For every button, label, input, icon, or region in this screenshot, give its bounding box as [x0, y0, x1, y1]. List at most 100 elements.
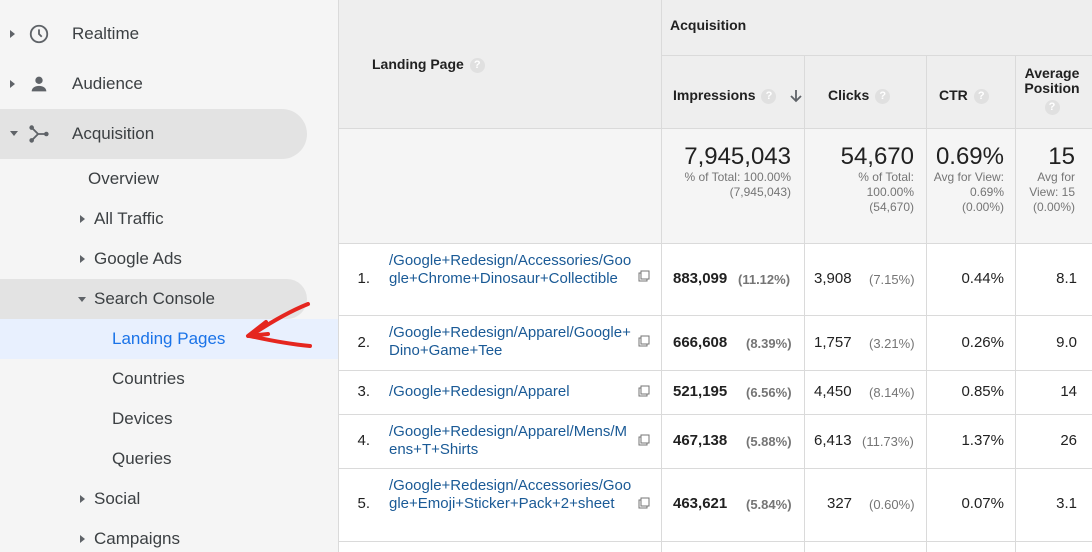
- open-external-icon[interactable]: [638, 497, 650, 509]
- landing-page-link[interactable]: /Google+Redesign/Apparel/Google+Dino+Gam…: [389, 324, 635, 360]
- help-icon[interactable]: ?: [469, 57, 485, 73]
- nav-sub-search-console[interactable]: Search Console: [78, 279, 215, 319]
- caret-right-icon[interactable]: [10, 30, 15, 38]
- total-ctr-sub: Avg for View: 0.69% (0.00%): [933, 170, 1004, 214]
- clock-icon: [29, 24, 49, 44]
- total-clicks-sub: % of Total: 100.00% (54,670): [858, 170, 914, 214]
- sort-down-arrow-icon[interactable]: [790, 89, 803, 103]
- nav-sub-landing-pages[interactable]: Landing Pages: [112, 319, 225, 359]
- table-row: 3. /Google+Redesign/Apparel 521,195 (6.5…: [338, 370, 1092, 414]
- nav-sub-overview[interactable]: Overview: [88, 159, 159, 199]
- nav-sub-label: Countries: [112, 369, 185, 388]
- impressions-value: 521,195: [673, 383, 728, 400]
- column-header-impressions[interactable]: Impressions?: [673, 87, 803, 104]
- nav-sub-label: Overview: [88, 169, 159, 188]
- row-number: 1.: [357, 270, 370, 287]
- column-header-label: Impressions: [673, 87, 756, 103]
- ctr-value: 0.85%: [961, 383, 1004, 400]
- caret-right-icon[interactable]: [80, 255, 85, 263]
- sidebar-nav: Realtime Audience Acquisition Overview A…: [0, 0, 338, 552]
- nav-sub-queries[interactable]: Queries: [112, 439, 172, 479]
- clicks-value: 1,757: [814, 334, 852, 351]
- column-header-clicks[interactable]: Clicks?: [828, 87, 891, 104]
- total-position-sub: Avg for View: 15 (0.00%): [1029, 170, 1075, 214]
- clicks-percent: (11.73%): [862, 434, 914, 449]
- nav-item-acquisition[interactable]: Acquisition: [0, 109, 307, 159]
- caret-down-icon[interactable]: [78, 297, 86, 302]
- help-icon[interactable]: ?: [1044, 99, 1060, 115]
- position-value: 14: [1060, 383, 1077, 400]
- nav-sub-label: Search Console: [94, 289, 215, 308]
- help-icon[interactable]: ?: [973, 88, 989, 104]
- clicks-percent: (3.21%): [869, 336, 915, 351]
- nav-sub-label: Landing Pages: [112, 329, 226, 348]
- column-header-label: Average Position: [1024, 65, 1080, 96]
- position-value: 8.1: [1056, 270, 1077, 287]
- open-external-icon[interactable]: [638, 335, 650, 347]
- open-external-icon[interactable]: [638, 385, 650, 397]
- row-number: 2.: [357, 334, 370, 351]
- table-row: 2. /Google+Redesign/Apparel/Google+Dino+…: [338, 315, 1092, 370]
- landing-page-link[interactable]: /Google+Redesign/Accessories/Google+Chro…: [389, 252, 635, 288]
- column-header-average-position[interactable]: Average Position ?: [1022, 66, 1082, 115]
- row-number: 4.: [357, 432, 370, 449]
- nav-item-audience[interactable]: Audience: [0, 59, 338, 109]
- position-value: 26: [1060, 432, 1077, 449]
- caret-right-icon[interactable]: [80, 495, 85, 503]
- help-icon[interactable]: ?: [761, 88, 777, 104]
- clicks-value: 6,413: [814, 432, 852, 449]
- column-header-landing-page[interactable]: Landing Page?: [372, 56, 485, 73]
- column-header-label: Landing Page: [372, 56, 464, 72]
- acquisition-icon: [29, 125, 49, 143]
- nav-sub-label: All Traffic: [94, 209, 164, 228]
- column-header-label: Clicks: [828, 87, 870, 103]
- column-header-label: CTR: [939, 87, 968, 103]
- column-header-ctr[interactable]: CTR?: [939, 87, 989, 104]
- nav-label-realtime: Realtime: [72, 24, 140, 43]
- impressions-percent: (5.88%): [746, 434, 792, 449]
- nav-item-realtime[interactable]: Realtime: [0, 9, 338, 59]
- total-impressions-sub: % of Total: 100.00% (7,945,043): [684, 170, 791, 199]
- nav-sub-campaigns[interactable]: Campaigns: [80, 519, 180, 552]
- ctr-value: 0.44%: [961, 270, 1004, 287]
- person-icon: [31, 76, 47, 92]
- help-icon[interactable]: ?: [875, 88, 891, 104]
- impressions-value: 666,608: [673, 334, 728, 351]
- position-value: 9.0: [1056, 334, 1077, 351]
- impressions-percent: (5.84%): [746, 497, 792, 512]
- clicks-value: 4,450: [814, 383, 852, 400]
- caret-right-icon[interactable]: [80, 535, 85, 543]
- nav-sub-all-traffic[interactable]: All Traffic: [80, 199, 164, 239]
- nav-sub-google-ads[interactable]: Google Ads: [80, 239, 182, 279]
- nav-sub-label: Social: [94, 489, 141, 508]
- total-ctr: 0.69%: [935, 143, 1004, 170]
- row-number: 3.: [357, 383, 370, 400]
- clicks-percent: (7.15%): [869, 272, 915, 287]
- nav-label-acquisition: Acquisition: [72, 124, 155, 143]
- clicks-percent: (8.14%): [869, 385, 915, 400]
- position-value: 3.1: [1056, 495, 1077, 512]
- ctr-value: 0.26%: [961, 334, 1004, 351]
- ctr-value: 0.07%: [961, 495, 1004, 512]
- clicks-value: 3,908: [814, 270, 852, 287]
- clicks-value: 327: [827, 495, 853, 512]
- caret-down-icon[interactable]: [10, 131, 18, 136]
- open-external-icon[interactable]: [638, 270, 650, 282]
- open-external-icon[interactable]: [638, 434, 650, 446]
- caret-right-icon[interactable]: [10, 80, 15, 88]
- ctr-value: 1.37%: [961, 432, 1004, 449]
- nav-sub-devices[interactable]: Devices: [112, 399, 172, 439]
- clicks-percent: (0.60%): [869, 497, 915, 512]
- landing-page-link[interactable]: /Google+Redesign/Accessories/Google+Emoj…: [389, 477, 635, 513]
- impressions-percent: (8.39%): [746, 336, 792, 351]
- landing-page-link[interactable]: /Google+Redesign/Apparel: [389, 383, 635, 401]
- impressions-value: 883,099: [673, 270, 728, 287]
- landing-pages-table: Acquisition Landing Page? Impressions? C…: [338, 0, 1092, 552]
- landing-page-link[interactable]: /Google+Redesign/Apparel/Mens/Mens+T+Shi…: [389, 423, 635, 459]
- group-header-acquisition: Acquisition: [670, 17, 747, 33]
- nav-sub-countries[interactable]: Countries: [112, 359, 185, 399]
- nav-sub-social[interactable]: Social: [80, 479, 141, 519]
- nav-sub-label: Campaigns: [94, 529, 180, 548]
- table-row: 4. /Google+Redesign/Apparel/Mens/Mens+T+…: [338, 414, 1092, 468]
- caret-right-icon[interactable]: [80, 215, 85, 223]
